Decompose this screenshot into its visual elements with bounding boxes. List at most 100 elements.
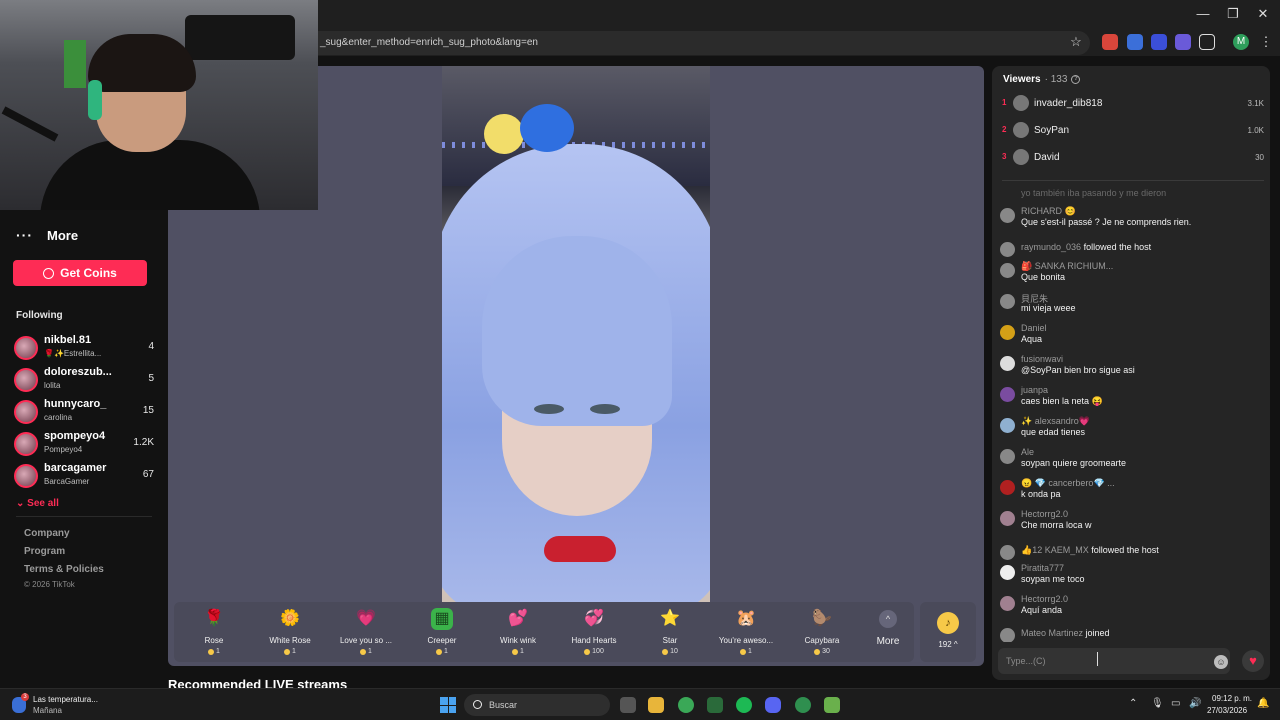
- excel-icon[interactable]: [707, 697, 723, 713]
- restore-button[interactable]: ❐: [1218, 4, 1248, 24]
- minimize-button[interactable]: —: [1188, 4, 1218, 24]
- footer-link-company[interactable]: Company: [24, 528, 70, 539]
- shield-extension-icon[interactable]: [1151, 34, 1167, 50]
- chat-username[interactable]: Mateo Martinez: [1021, 628, 1083, 638]
- extension-icon[interactable]: [1102, 34, 1118, 50]
- chat-username[interactable]: Hectorrg2.0: [1021, 509, 1068, 519]
- footer-link-program[interactable]: Program: [24, 546, 65, 557]
- weather-subtitle: Mañana: [33, 706, 62, 715]
- chat-text: mi vieja weee: [1021, 303, 1076, 313]
- viewer-rank: 3: [1002, 152, 1007, 161]
- gift-youre-awesome[interactable]: 🐹 You're aweso... 1: [708, 608, 784, 660]
- url-text[interactable]: _sug&enter_method=enrich_sug_photo&lang=…: [320, 37, 538, 48]
- gift-star[interactable]: ⭐ Star 10: [632, 608, 708, 660]
- gift-love-you[interactable]: 💗 Love you so ... 1: [328, 608, 404, 660]
- gift-cost-value: 1: [292, 648, 296, 655]
- chevron-down-icon: ⌄: [16, 498, 28, 509]
- avatar: [1000, 387, 1015, 402]
- avatar: [1000, 356, 1015, 371]
- gift-cost-value: 1: [444, 648, 448, 655]
- viewer-count: 5: [148, 373, 154, 384]
- top-viewer[interactable]: 2 SoyPan 1.0K: [1002, 121, 1264, 141]
- chat-username[interactable]: 😠 💎 cancerbero💎 ...: [1021, 478, 1115, 489]
- extension-icon-2[interactable]: [1175, 34, 1191, 50]
- chat-username[interactable]: ✨ alexsandro💗: [1021, 416, 1090, 427]
- taskbar-search[interactable]: Buscar: [464, 694, 610, 716]
- chat-username[interactable]: Daniel: [1021, 323, 1047, 333]
- following-subtitle: Pompeyo4: [44, 445, 83, 454]
- avatar: [1013, 122, 1029, 138]
- profile-avatar[interactable]: M: [1233, 34, 1249, 50]
- top-viewer[interactable]: 3 David 30: [1002, 148, 1264, 168]
- follow-icon: [1000, 545, 1015, 560]
- gift-cost: 1: [328, 648, 404, 655]
- viewers-header[interactable]: Viewers · 133 ?: [1003, 74, 1081, 85]
- chevron-up-icon[interactable]: ⌃: [1129, 698, 1137, 709]
- volume-icon[interactable]: 🔊: [1189, 698, 1201, 709]
- bookmark-star-icon[interactable]: ☆: [1068, 34, 1084, 50]
- chat-messages[interactable]: RICHARD 😊 Que s'est-il passé ? Je ne com…: [992, 186, 1270, 642]
- discord-icon[interactable]: [765, 697, 781, 713]
- gift-creeper[interactable]: ▦ Creeper 1: [404, 608, 480, 660]
- top-viewer[interactable]: 1 invader_dib818 3.1K: [1002, 94, 1264, 114]
- avatar: [1000, 596, 1015, 611]
- viewer-rank: 1: [1002, 98, 1007, 107]
- gift-white-rose[interactable]: 🌼 White Rose 1: [252, 608, 328, 660]
- chat-username[interactable]: RICHARD 😊: [1021, 206, 1076, 217]
- following-item[interactable]: doloreszub... lolita 5: [14, 366, 154, 394]
- avatar: [1000, 208, 1015, 223]
- more-gifts-button[interactable]: ^ More: [868, 610, 908, 647]
- translate-extension-icon[interactable]: [1127, 34, 1143, 50]
- chat-username[interactable]: Hectorrg2.0: [1021, 594, 1068, 604]
- chat-username[interactable]: juanpa: [1021, 385, 1048, 395]
- spotify-icon[interactable]: [736, 697, 752, 713]
- avatar: [1000, 263, 1015, 278]
- browser-menu-icon[interactable]: ⋮: [1258, 34, 1274, 50]
- network-icon[interactable]: ▭: [1171, 698, 1180, 709]
- chrome-icon[interactable]: [678, 697, 694, 713]
- windows-start-icon[interactable]: [440, 697, 456, 713]
- chat-input[interactable]: Type...(C): [998, 648, 1230, 674]
- weather-title[interactable]: Las temperatura...: [33, 695, 98, 704]
- following-item[interactable]: nikbel.81 🌹✨Estrellita... 4: [14, 334, 154, 362]
- sidebar-item-more[interactable]: ··· More: [16, 227, 78, 243]
- following-item[interactable]: spompeyo4 Pompeyo4 1.2K: [14, 430, 154, 458]
- chat-username[interactable]: 🎒 SANKA RICHIUM...: [1021, 261, 1113, 272]
- gift-hand-hearts[interactable]: 💞 Hand Hearts 100: [556, 608, 632, 660]
- like-heart-button[interactable]: ♥: [1242, 650, 1264, 672]
- get-coins-button[interactable]: Get Coins: [13, 260, 147, 286]
- see-all-link[interactable]: ⌄ See all: [16, 498, 59, 509]
- following-item[interactable]: barcagamer BarcaGamer 67: [14, 462, 154, 490]
- notification-bell-icon[interactable]: 🔔: [1257, 698, 1269, 709]
- coin-balance-button[interactable]: ♪ 192 ^: [920, 602, 976, 662]
- info-icon[interactable]: ?: [1071, 75, 1081, 84]
- viewer-name: SoyPan: [1034, 125, 1070, 136]
- gift-wink-wink[interactable]: 💕 Wink wink 1: [480, 608, 556, 660]
- emoji-icon[interactable]: ☺: [1214, 655, 1228, 669]
- extensions-puzzle-icon[interactable]: [1199, 34, 1215, 50]
- gift-rose[interactable]: 🌹 Rose 1: [176, 608, 252, 660]
- chat-event-text: followed the host: [1083, 242, 1152, 252]
- microphone-icon[interactable]: 🎙: [1151, 698, 1164, 709]
- chat-username[interactable]: fusionwavi: [1021, 354, 1063, 364]
- chat-username[interactable]: Piratita777: [1021, 563, 1064, 573]
- following-item[interactable]: hunnycaro_ carolina 15: [14, 398, 154, 426]
- chat-username[interactable]: raymundo_036: [1021, 242, 1081, 252]
- file-explorer-icon[interactable]: [648, 697, 664, 713]
- following-subtitle: lolita: [44, 381, 61, 390]
- gift-capybara[interactable]: 🦫 Capybara 30: [784, 608, 860, 660]
- app-icon[interactable]: [795, 697, 811, 713]
- task-view-icon[interactable]: [620, 697, 636, 713]
- close-window-button[interactable]: ✕: [1248, 4, 1278, 24]
- clock-date[interactable]: 27/03/2026: [1207, 706, 1247, 715]
- streamer-bangs: [482, 236, 672, 426]
- chat-username[interactable]: 👍12 KAEM_MX: [1021, 545, 1089, 555]
- chat-username[interactable]: Ale: [1021, 447, 1034, 457]
- gift-cost: 30: [784, 648, 860, 655]
- gift-cost: 1: [480, 648, 556, 655]
- minecraft-icon[interactable]: [824, 697, 840, 713]
- clock-time[interactable]: 09:12 p. m.: [1212, 694, 1252, 703]
- live-video[interactable]: [442, 66, 710, 602]
- footer-link-terms[interactable]: Terms & Policies: [24, 564, 104, 575]
- more-dots-icon: ···: [16, 227, 33, 243]
